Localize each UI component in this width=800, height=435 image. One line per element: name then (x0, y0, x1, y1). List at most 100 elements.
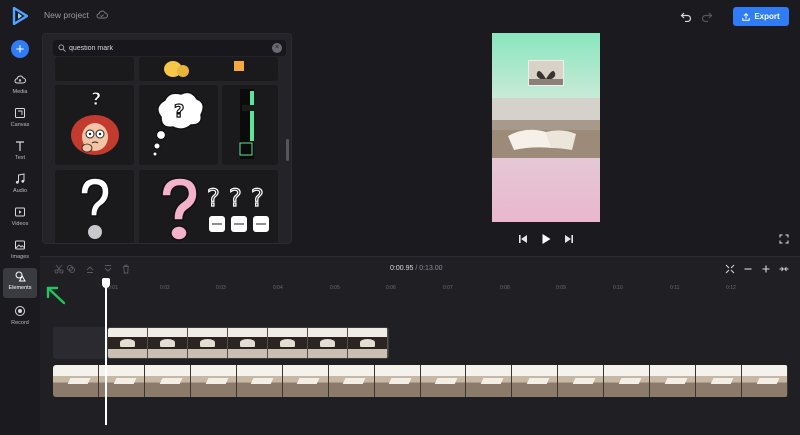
element-tile[interactable]: ? ? ? (202, 170, 278, 243)
sidebar-item-images[interactable]: Images (3, 237, 37, 265)
clip-frame (374, 365, 421, 397)
sticker-fragment (234, 61, 244, 71)
svg-text:?: ? (229, 184, 242, 212)
clear-search-icon[interactable]: × (272, 43, 282, 53)
ruler-tick: 0:06 (386, 285, 396, 291)
add-button[interactable]: + (11, 40, 29, 58)
sidebar: + Media Canvas Text Audio Videos Images … (0, 32, 40, 435)
text-icon (16, 141, 24, 151)
clip-frame (696, 365, 743, 397)
clip-frame (148, 328, 188, 358)
zoom-in-icon[interactable] (761, 264, 771, 274)
element-tile[interactable]: ? (55, 85, 134, 165)
clip-frame (236, 365, 283, 397)
zoom-out-icon[interactable] (743, 264, 753, 274)
svg-text:?: ? (251, 184, 264, 212)
top-bar: New project Export (0, 0, 800, 32)
search-input[interactable] (69, 40, 259, 56)
book-heart-photo (529, 61, 563, 85)
sidebar-item-audio[interactable]: Audio (3, 171, 37, 199)
element-tile[interactable] (55, 170, 134, 243)
green-arrow-icon (46, 286, 66, 305)
export-upload-icon (742, 12, 751, 21)
clip-frame (190, 365, 237, 397)
clip-frame (604, 365, 651, 397)
ruler-tick: 0:04 (273, 285, 283, 291)
clip-frame (348, 328, 388, 358)
undo-icon[interactable] (680, 10, 692, 22)
shapes-icon (15, 271, 26, 282)
sidebar-item-text[interactable]: Text (3, 138, 37, 166)
clip-frame (308, 328, 348, 358)
sidebar-item-canvas[interactable]: Canvas (3, 105, 37, 133)
expand-timeline-icon[interactable] (779, 264, 789, 274)
playhead-handle[interactable] (102, 278, 110, 288)
delete-trash-icon[interactable] (121, 264, 131, 274)
beach-book-video[interactable] (492, 98, 600, 158)
sidebar-item-record[interactable]: Record (3, 303, 37, 331)
ruler-tick: 0:02 (160, 285, 170, 291)
element-tile[interactable] (202, 57, 278, 81)
timecode: 0:00.95 / 0:13.00 (390, 265, 443, 272)
empty-track-slot[interactable] (53, 327, 107, 359)
skip-forward-icon[interactable] (564, 233, 574, 245)
fit-timeline-icon[interactable] (725, 264, 735, 274)
search-box: × (53, 40, 286, 56)
sidebar-item-label: Canvas (10, 122, 30, 128)
clip-frame (188, 328, 228, 358)
video-icon (15, 207, 25, 217)
ruler-tick: 0:08 (500, 285, 510, 291)
sidebar-item-videos[interactable]: Videos (3, 204, 37, 232)
element-tile[interactable] (55, 57, 134, 81)
preview-bottom-layer (492, 158, 600, 222)
clip-frame (466, 365, 513, 397)
project-title[interactable]: New project (44, 10, 89, 20)
record-icon (15, 306, 25, 316)
sidebar-item-label: Audio (12, 188, 28, 194)
white-question-mark-sticker (80, 177, 110, 239)
bring-forward-icon[interactable] (85, 264, 95, 274)
clip-frame (328, 365, 375, 397)
playhead-line[interactable] (105, 279, 107, 425)
clip-frame (53, 365, 99, 397)
skip-back-icon[interactable] (518, 233, 528, 245)
export-button[interactable]: Export (733, 7, 789, 26)
split-scissors-icon[interactable] (54, 264, 64, 274)
play-icon[interactable] (541, 233, 551, 245)
image-icon (15, 240, 25, 250)
element-tile[interactable]: ? (139, 85, 218, 165)
duplicate-icon[interactable] (66, 264, 76, 274)
sidebar-item-elements[interactable]: Elements (3, 268, 37, 298)
cloud-upload-icon (14, 75, 26, 84)
svg-text:?: ? (174, 101, 184, 122)
timeline: 0:00.95 / 0:13.00 0:01 0:02 0:03 0:04 0:… (40, 256, 800, 435)
app-logo-icon[interactable] (12, 7, 28, 25)
video-clip[interactable] (53, 365, 788, 397)
image-clip[interactable] (107, 327, 389, 359)
element-tile[interactable] (222, 85, 278, 165)
sidebar-item-label: Images (10, 254, 30, 260)
preview-canvas[interactable] (492, 33, 600, 222)
sidebar-item-label: Text (14, 155, 26, 161)
fullscreen-icon[interactable] (779, 234, 789, 244)
app-root: New project Export + Media Canvas Text A… (0, 0, 800, 435)
send-backward-icon[interactable] (103, 264, 113, 274)
clip-frame (108, 328, 148, 358)
ruler-tick: 0:12 (726, 285, 736, 291)
clip-frame (420, 365, 467, 397)
music-note-icon (15, 173, 25, 184)
time-separator: / (415, 265, 418, 272)
ruler-tick: 0:09 (556, 285, 566, 291)
canvas-icon (15, 108, 25, 118)
ruler-tick: 0:10 (613, 285, 623, 291)
clip-frame (742, 365, 788, 397)
sidebar-item-label: Videos (11, 221, 29, 227)
glitch-question-sticker (239, 89, 254, 159)
sidebar-item-label: Record (11, 320, 29, 326)
book-overlay-image[interactable] (528, 60, 564, 86)
sidebar-item-media[interactable]: Media (3, 72, 37, 100)
clip-frame (650, 365, 697, 397)
panel-scrollbar[interactable] (286, 139, 289, 161)
redo-icon[interactable] (701, 10, 713, 22)
sidebar-item-label: Elements (8, 285, 32, 291)
